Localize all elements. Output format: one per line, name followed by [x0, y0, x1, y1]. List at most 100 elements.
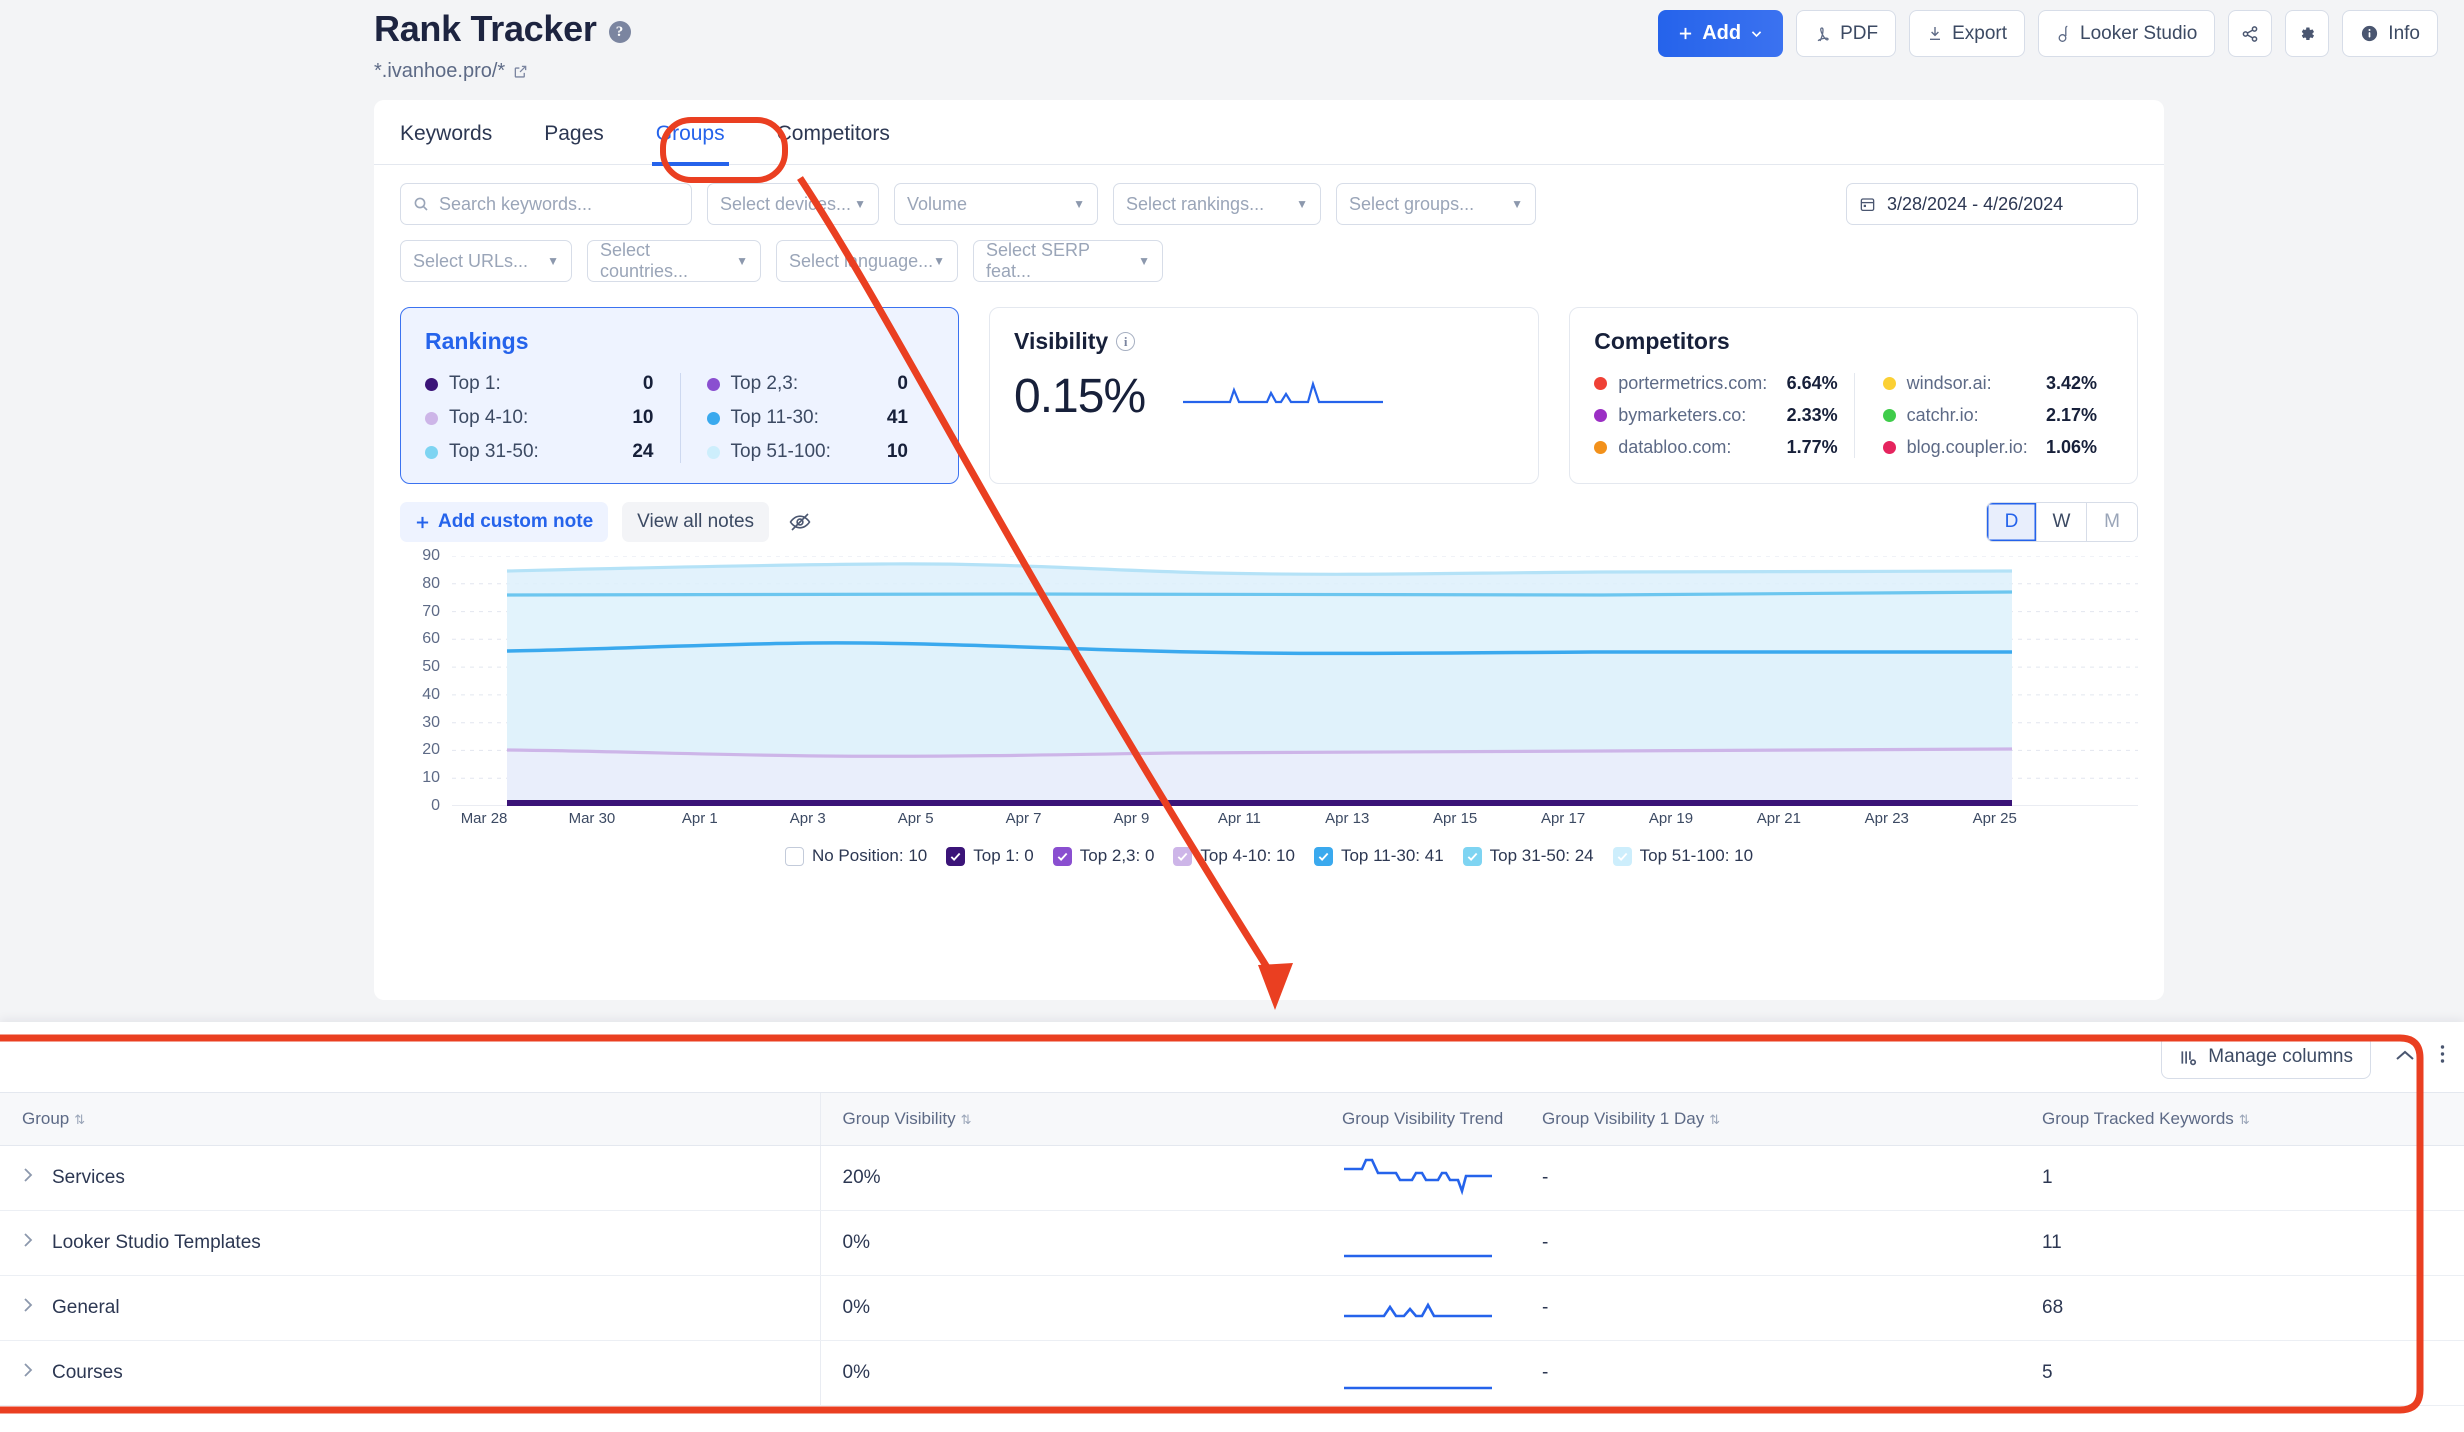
countries-select[interactable]: Select countries... ▼ [587, 240, 761, 282]
legend-item-top-2-3[interactable]: Top 2,3: 0 [1052, 846, 1154, 866]
table-row[interactable]: General 0% - 68 [0, 1275, 2464, 1341]
rankings-column-right: Top 2,3: 0 Top 11-30: 41 Top 51-100: 10 [679, 373, 935, 463]
tab-pages[interactable]: Pages [544, 122, 604, 164]
x-axis-tick: Apr 21 [1756, 810, 1801, 827]
checkbox-checked-icon[interactable] [1313, 846, 1333, 866]
rank-tracker-page: Rank Tracker ? *.ivanhoe.pro/* Add PDF E… [0, 0, 2464, 1432]
y-axis-tick: 90 [422, 547, 440, 564]
eye-off-icon[interactable] [783, 505, 817, 539]
info-button[interactable]: Info [2342, 10, 2438, 57]
chevron-right-icon[interactable] [22, 1166, 34, 1190]
tab-groups[interactable]: Groups [651, 122, 729, 166]
domain-link[interactable]: *.ivanhoe.pro/* [374, 60, 528, 83]
x-axis-tick: Apr 17 [1540, 810, 1586, 827]
legend-item-no-position[interactable]: No Position: 10 [784, 846, 927, 866]
legend-item-top-11-30[interactable]: Top 11-30: 41 [1313, 846, 1444, 866]
column-header-group-tracked-keywords[interactable]: Group Tracked Keywords ⇅ [2020, 1092, 2464, 1146]
groups-table-panel: Manage columns Group ⇅ Group Visibility ⇅ [0, 1022, 2464, 1432]
info-circle-icon[interactable]: i [1116, 332, 1136, 351]
chevron-down-icon: ▼ [1296, 197, 1308, 211]
cell-group-tracked-keywords: 5 [2020, 1340, 2464, 1406]
trend-sparkline [1344, 1254, 1492, 1258]
pdf-button[interactable]: PDF [1796, 10, 1897, 57]
page-title: Rank Tracker [374, 8, 597, 49]
tab-keywords[interactable]: Keywords [400, 122, 492, 164]
view-all-notes-button[interactable]: View all notes [622, 502, 770, 542]
rankings-dot [425, 377, 438, 391]
x-axis-tick: Apr 23 [1864, 810, 1909, 827]
x-axis-tick: Apr 3 [789, 810, 826, 827]
chevron-right-icon[interactable] [22, 1231, 34, 1255]
rankings-area-chart: 90 80 70 60 50 40 30 20 10 0 Mar 28 Mar … [400, 547, 2138, 827]
checkbox-checked-icon[interactable] [1052, 846, 1072, 866]
group-name: General [52, 1297, 120, 1318]
legend-item-top-31-50[interactable]: Top 31-50: 24 [1462, 846, 1594, 866]
table-row[interactable]: Services 20% - 1 [0, 1145, 2464, 1211]
rankings-row: Top 4-10: 10 [425, 407, 680, 429]
checkbox-unchecked-icon[interactable] [784, 846, 804, 866]
column-header-group-visibility[interactable]: Group Visibility ⇅ [819, 1092, 1320, 1146]
tab-competitors[interactable]: Competitors [777, 122, 890, 164]
x-axis-tick: Mar 28 [460, 810, 508, 827]
help-circle-icon[interactable]: ? [608, 21, 631, 43]
legend-item-top-4-10[interactable]: Top 4-10: 10 [1173, 846, 1295, 866]
external-link-icon[interactable] [513, 64, 528, 79]
rankings-row: Top 1: 0 [425, 373, 680, 395]
granularity-week[interactable]: W [2037, 503, 2087, 541]
add-button[interactable]: Add [1658, 10, 1784, 57]
settings-button[interactable] [2285, 10, 2330, 57]
checkbox-checked-icon[interactable] [1612, 846, 1632, 866]
table-row[interactable]: Courses 0% - 5 [0, 1340, 2464, 1406]
rankings-row: Top 51-100: 10 [706, 441, 935, 463]
rankings-row: Top 31-50: 24 [425, 441, 680, 463]
cell-group-visibility: 20% [819, 1145, 1320, 1211]
cell-group-visibility: 0% [819, 1340, 1320, 1406]
add-custom-note-button[interactable]: Add custom note [400, 502, 609, 542]
manage-columns-button[interactable]: Manage columns [2161, 1035, 2371, 1079]
chevron-right-icon[interactable] [22, 1296, 34, 1320]
languages-select[interactable]: Select language... ▼ [776, 240, 958, 282]
groups-table-head: Group ⇅ Group Visibility ⇅ Group Visibilit… [0, 1092, 2464, 1146]
tab-bar: Keywords Pages Groups Competitors [374, 100, 2164, 166]
checkbox-checked-icon[interactable] [1462, 846, 1482, 866]
header-toolbar: Add PDF Export Looker Studio Info [1658, 10, 2438, 57]
granularity-month[interactable]: M [2087, 503, 2137, 541]
y-axis-tick: 40 [422, 685, 440, 703]
column-header-group-visibility-1-day[interactable]: Group Visibility 1 Day ⇅ [1520, 1092, 2020, 1146]
cell-group-visibility-1-day: - [1520, 1145, 2020, 1211]
share-button[interactable] [2228, 10, 2273, 57]
sort-icon[interactable]: ⇅ [74, 1112, 85, 1127]
date-range-picker[interactable]: 3/28/2024 - 4/26/2024 [1846, 183, 2138, 225]
search-input[interactable]: Search keywords... [400, 183, 692, 225]
sort-icon[interactable]: ⇅ [961, 1112, 972, 1127]
urls-select[interactable]: Select URLs... ▼ [400, 240, 572, 282]
checkbox-checked-icon[interactable] [946, 846, 966, 866]
serp-features-select-label: Select SERP feat... [986, 240, 1090, 281]
volume-select[interactable]: Volume ▼ [894, 183, 1098, 225]
sort-icon[interactable]: ⇅ [1709, 1112, 1720, 1127]
rankings-select[interactable]: Select rankings... ▼ [1113, 183, 1321, 225]
rankings-card-title: Rankings [425, 328, 529, 354]
chevron-up-icon[interactable] [2387, 1044, 2423, 1070]
gear-icon [2298, 25, 2316, 43]
checkbox-checked-icon[interactable] [1173, 846, 1193, 866]
x-axis-tick: Mar 30 [568, 810, 616, 827]
granularity-day[interactable]: D [1987, 503, 2037, 541]
chevron-right-icon[interactable] [22, 1361, 34, 1385]
column-header-group[interactable]: Group ⇅ [0, 1092, 820, 1146]
looker-studio-button[interactable]: Looker Studio [2038, 10, 2216, 57]
looker-studio-button-label: Looker Studio [2080, 22, 2198, 44]
groups-select[interactable]: Select groups... ▼ [1336, 183, 1536, 225]
devices-select[interactable]: Select devices... ▼ [707, 183, 879, 225]
export-button-label: Export [1952, 22, 2008, 44]
legend-item-top-1[interactable]: Top 1: 0 [946, 846, 1034, 866]
sort-icon[interactable]: ⇅ [2239, 1112, 2250, 1127]
export-button[interactable]: Export [1909, 10, 2026, 57]
info-circle-icon [2360, 24, 2379, 43]
more-vertical-icon[interactable] [2439, 1042, 2446, 1072]
legend-label: Top 31-50: 24 [1489, 846, 1594, 865]
serp-features-select[interactable]: Select SERP feat... ▼ [973, 240, 1163, 282]
legend-item-top-51-100[interactable]: Top 51-100: 10 [1612, 846, 1753, 866]
table-row[interactable]: Looker Studio Templates 0% - 11 [0, 1210, 2464, 1276]
summary-cards: Rankings Top 1: 0 Top 4-10: 10 Top 31-50… [374, 301, 2164, 484]
